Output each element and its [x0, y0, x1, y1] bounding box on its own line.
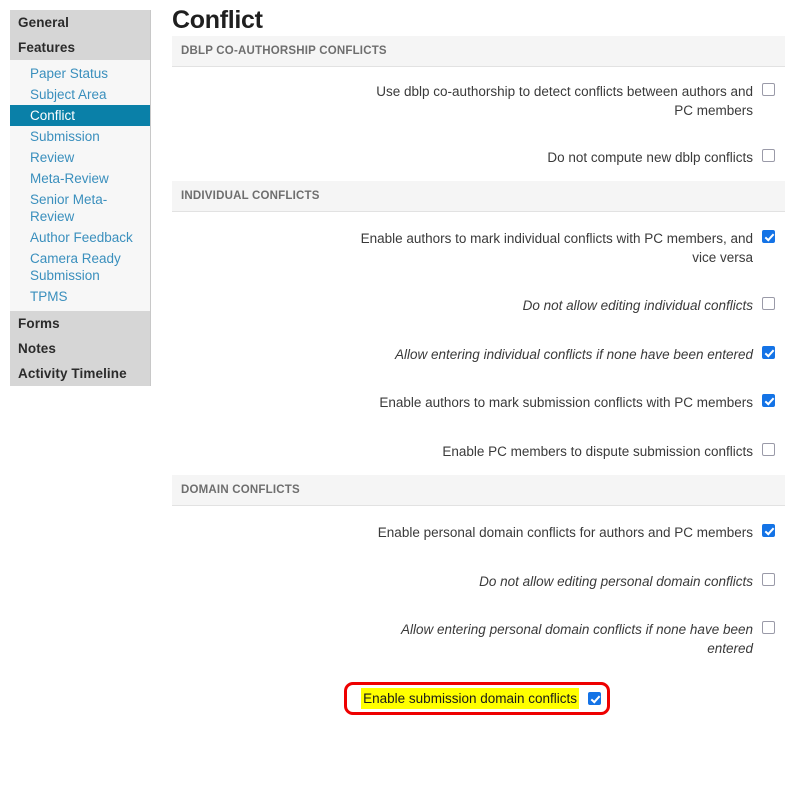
field-row-highlighted: Enable submission domain conflicts	[172, 658, 785, 715]
checkbox-cell	[753, 620, 785, 634]
field-row: Do not allow editing personal domain con…	[172, 542, 785, 591]
section-header: INDIVIDUAL CONFLICTS	[172, 181, 785, 212]
sidebar-group-general[interactable]: General	[10, 10, 150, 35]
sidebar-item-senior-meta-review[interactable]: Senior Meta-Review	[10, 189, 150, 227]
sidebar-group-features[interactable]: Features	[10, 35, 150, 60]
field-label: Do not compute new dblp conflicts	[547, 150, 753, 165]
field-label: Allow entering individual conflicts if n…	[395, 347, 753, 362]
field-row: Allow entering personal domain conflicts…	[172, 591, 785, 658]
field-label: Allow entering personal domain conflicts…	[401, 622, 753, 656]
field-label: Do not allow editing individual conflict…	[522, 298, 753, 313]
field-label: Use dblp co-authorship to detect conflic…	[376, 84, 753, 118]
field-row: Allow entering individual conflicts if n…	[172, 315, 785, 364]
field-row: Enable authors to mark individual confli…	[172, 212, 785, 267]
main-content: Conflict DBLP CO-AUTHORSHIP CONFLICTS Us…	[172, 0, 785, 715]
field-label: Do not allow editing personal domain con…	[479, 574, 753, 589]
sidebar-item-notes[interactable]: Notes	[10, 336, 150, 361]
checkbox-enable-authors-mark-submission-conflicts[interactable]	[762, 394, 775, 407]
sidebar: General Features Paper Status Subject Ar…	[10, 10, 151, 386]
sidebar-item-conflict[interactable]: Conflict	[10, 105, 150, 126]
sidebar-item-tpms[interactable]: TPMS	[10, 286, 150, 307]
checkbox-enable-pc-members-dispute-submission-conflicts[interactable]	[762, 443, 775, 456]
sidebar-item-meta-review[interactable]: Meta-Review	[10, 168, 150, 189]
checkbox-enable-submission-domain-conflicts[interactable]	[588, 692, 601, 705]
sidebar-item-review[interactable]: Review	[10, 147, 150, 168]
checkbox-do-not-allow-editing-personal-domain-conflicts[interactable]	[762, 573, 775, 586]
checkbox-enable-authors-mark-individual-conflicts[interactable]	[762, 230, 775, 243]
sidebar-item-submission[interactable]: Submission	[10, 126, 150, 147]
checkbox-use-dblp-co-authorship[interactable]	[762, 83, 775, 96]
checkbox-cell	[753, 442, 785, 456]
sidebar-item-camera-ready-submission[interactable]: Camera Ready Submission	[10, 248, 150, 286]
checkbox-cell	[753, 148, 785, 162]
section-header: DOMAIN CONFLICTS	[172, 475, 785, 506]
checkbox-do-not-allow-editing-individual-conflicts[interactable]	[762, 297, 775, 310]
checkbox-cell	[753, 393, 785, 407]
checkbox-cell	[753, 572, 785, 586]
section-dblp-co-authorship-conflicts: DBLP CO-AUTHORSHIP CONFLICTS Use dblp co…	[172, 36, 785, 181]
checkbox-allow-entering-individual-conflicts[interactable]	[762, 346, 775, 359]
checkbox-cell	[753, 296, 785, 310]
sidebar-item-author-feedback[interactable]: Author Feedback	[10, 227, 150, 248]
section-individual-conflicts: INDIVIDUAL CONFLICTS Enable authors to m…	[172, 181, 785, 475]
checkbox-cell	[753, 82, 785, 96]
field-row: Use dblp co-authorship to detect conflic…	[172, 67, 785, 120]
checkbox-cell	[753, 229, 785, 243]
field-label: Enable personal domain conflicts for aut…	[377, 525, 753, 540]
sidebar-item-forms[interactable]: Forms	[10, 311, 150, 336]
section-domain-conflicts: DOMAIN CONFLICTS Enable personal domain …	[172, 475, 785, 715]
sidebar-item-subject-area[interactable]: Subject Area	[10, 84, 150, 105]
checkbox-allow-entering-personal-domain-conflicts[interactable]	[762, 621, 775, 634]
field-row: Enable authors to mark submission confli…	[172, 364, 785, 412]
page-title: Conflict	[172, 6, 263, 34]
settings-page: General Features Paper Status Subject Ar…	[0, 0, 785, 790]
section-body: Enable personal domain conflicts for aut…	[172, 506, 785, 715]
annotation-highlight-box: Enable submission domain conflicts	[344, 682, 610, 715]
sidebar-item-paper-status[interactable]: Paper Status	[10, 63, 150, 84]
field-label: Enable PC members to dispute submission …	[442, 444, 753, 459]
field-label: Enable authors to mark submission confli…	[379, 395, 753, 410]
field-row: Enable personal domain conflicts for aut…	[172, 506, 785, 542]
field-row: Do not allow editing individual conflict…	[172, 267, 785, 315]
checkbox-cell	[753, 523, 785, 537]
sidebar-item-activity-timeline[interactable]: Activity Timeline	[10, 361, 150, 386]
field-row: Do not compute new dblp conflicts	[172, 120, 785, 181]
field-label: Enable submission domain conflicts	[361, 688, 579, 709]
checkbox-enable-personal-domain-conflicts[interactable]	[762, 524, 775, 537]
section-body: Enable authors to mark individual confli…	[172, 212, 785, 475]
sidebar-feature-list: Paper Status Subject Area Conflict Submi…	[10, 60, 150, 311]
checkbox-cell	[753, 345, 785, 359]
checkbox-do-not-compute-new-dblp-conflicts[interactable]	[762, 149, 775, 162]
field-label: Enable authors to mark individual confli…	[360, 231, 753, 265]
section-header: DBLP CO-AUTHORSHIP CONFLICTS	[172, 36, 785, 67]
section-body: Use dblp co-authorship to detect conflic…	[172, 67, 785, 181]
field-row: Enable PC members to dispute submission …	[172, 412, 785, 475]
